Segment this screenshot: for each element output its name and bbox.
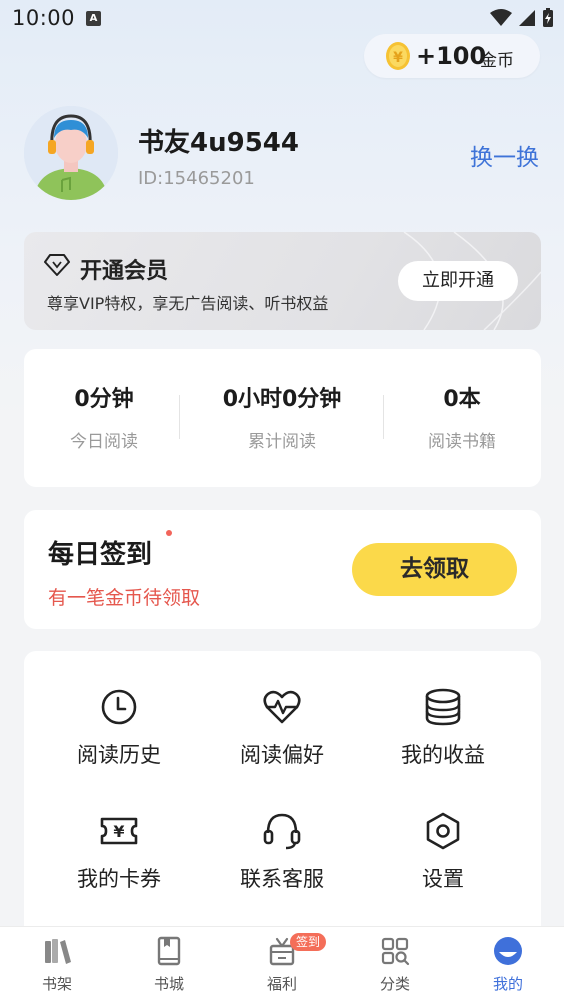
ticket-icon: ¥ bbox=[100, 817, 138, 845]
coin-balance-pill[interactable]: ¥ +100 金币 bbox=[364, 34, 540, 78]
signal-icon bbox=[519, 10, 535, 26]
menu-label: 设置 bbox=[422, 867, 464, 891]
avatar-image bbox=[24, 106, 118, 200]
battery-icon bbox=[543, 8, 553, 27]
stat-label: 阅读书籍 bbox=[428, 432, 496, 452]
svg-text:¥: ¥ bbox=[113, 822, 124, 841]
heart-pulse-icon bbox=[263, 690, 301, 724]
stat-books-read: 0本 阅读书籍 bbox=[382, 381, 542, 452]
stat-value: 0小时0分钟 bbox=[222, 387, 342, 412]
status-bar: 10:00 A bbox=[0, 0, 564, 36]
stat-total-reading: 0小时0分钟 累计阅读 bbox=[202, 381, 362, 452]
menu-item-my-coupons[interactable]: ¥ 我的卡券 bbox=[44, 811, 194, 893]
checkin-subtitle: 有一笔金币待领取 bbox=[48, 587, 201, 609]
coin-stack-icon bbox=[425, 688, 461, 726]
menu-label: 我的卡券 bbox=[77, 867, 161, 891]
nav-label: 书架 bbox=[41, 975, 72, 993]
vip-description: 尊享VIP特权，享无广告阅读、听书权益 bbox=[47, 294, 329, 313]
menu-label: 阅读偏好 bbox=[240, 743, 324, 767]
switch-avatar-button[interactable]: 换一换 bbox=[470, 138, 539, 172]
settings-hexagon-icon bbox=[426, 812, 460, 850]
bottom-navigation: 书架 书城 签到 福利 分类 我的 bbox=[0, 926, 564, 1004]
nav-item-profile[interactable]: 我的 bbox=[468, 935, 548, 994]
coin-amount: +100 bbox=[416, 42, 487, 70]
vip-title: 开通会员 bbox=[80, 259, 169, 284]
book-icon bbox=[157, 936, 181, 966]
status-icons bbox=[490, 8, 554, 28]
menu-label: 阅读历史 bbox=[77, 743, 161, 767]
menu-item-customer-service[interactable]: 联系客服 bbox=[207, 811, 357, 893]
avatar[interactable] bbox=[24, 106, 118, 200]
profile-icon bbox=[494, 937, 522, 965]
vip-card[interactable]: 开通会员 尊享VIP特权，享无广告阅读、听书权益 立即开通 bbox=[24, 232, 541, 330]
stat-value: 0分钟 bbox=[74, 387, 134, 412]
user-id: ID:15465201 bbox=[138, 168, 255, 189]
menu-item-settings[interactable]: 设置 bbox=[368, 811, 518, 893]
svg-text:¥: ¥ bbox=[393, 50, 403, 66]
nav-label: 书城 bbox=[153, 975, 184, 993]
stat-value: 0本 bbox=[443, 387, 481, 412]
menu-label: 联系客服 bbox=[240, 867, 324, 891]
daily-checkin-card: 每日签到 有一笔金币待领取 去领取 bbox=[24, 510, 541, 629]
feature-menu-card: 阅读历史 阅读偏好 我的收益 ¥ 我的卡券 联系客服 设置 bbox=[24, 651, 541, 951]
checkin-title: 每日签到 bbox=[48, 540, 153, 570]
reading-stats-card: 0分钟 今日阅读 0小时0分钟 累计阅读 0本 阅读书籍 bbox=[24, 349, 541, 487]
stat-divider bbox=[179, 395, 180, 439]
checkin-badge: 签到 bbox=[290, 933, 327, 951]
claim-button[interactable]: 去领取 bbox=[352, 543, 517, 596]
notification-icon: A bbox=[86, 11, 101, 26]
menu-label: 我的收益 bbox=[401, 743, 485, 767]
nav-label: 福利 bbox=[266, 975, 297, 993]
nav-label: 我的 bbox=[492, 975, 523, 993]
nav-item-bookshelf[interactable]: 书架 bbox=[17, 935, 97, 994]
clock-icon bbox=[101, 689, 137, 725]
nav-item-category[interactable]: 分类 bbox=[355, 935, 435, 994]
stat-label: 累计阅读 bbox=[248, 432, 316, 452]
vip-open-button[interactable]: 立即开通 bbox=[398, 261, 518, 301]
headset-icon bbox=[263, 813, 301, 850]
bookshelf-icon bbox=[45, 939, 71, 964]
nav-item-bookstore[interactable]: 书城 bbox=[129, 935, 209, 994]
category-grid-icon bbox=[381, 937, 410, 966]
nav-item-welfare[interactable]: 签到 福利 bbox=[242, 933, 327, 994]
stat-label: 今日阅读 bbox=[70, 432, 138, 452]
username: 书友4u9544 bbox=[138, 128, 299, 158]
nav-label: 分类 bbox=[379, 975, 410, 993]
status-time: 10:00 bbox=[12, 6, 76, 30]
stat-today-reading: 0分钟 今日阅读 bbox=[24, 381, 184, 452]
coin-label: 金币 bbox=[480, 51, 514, 71]
vip-diamond-icon bbox=[44, 254, 70, 276]
menu-item-my-earnings[interactable]: 我的收益 bbox=[368, 687, 518, 769]
wifi-icon bbox=[490, 9, 512, 26]
menu-item-reading-history[interactable]: 阅读历史 bbox=[44, 687, 194, 769]
gold-coin-icon: ¥ bbox=[386, 42, 410, 70]
checkin-red-dot bbox=[166, 530, 172, 536]
menu-item-reading-preference[interactable]: 阅读偏好 bbox=[207, 687, 357, 769]
